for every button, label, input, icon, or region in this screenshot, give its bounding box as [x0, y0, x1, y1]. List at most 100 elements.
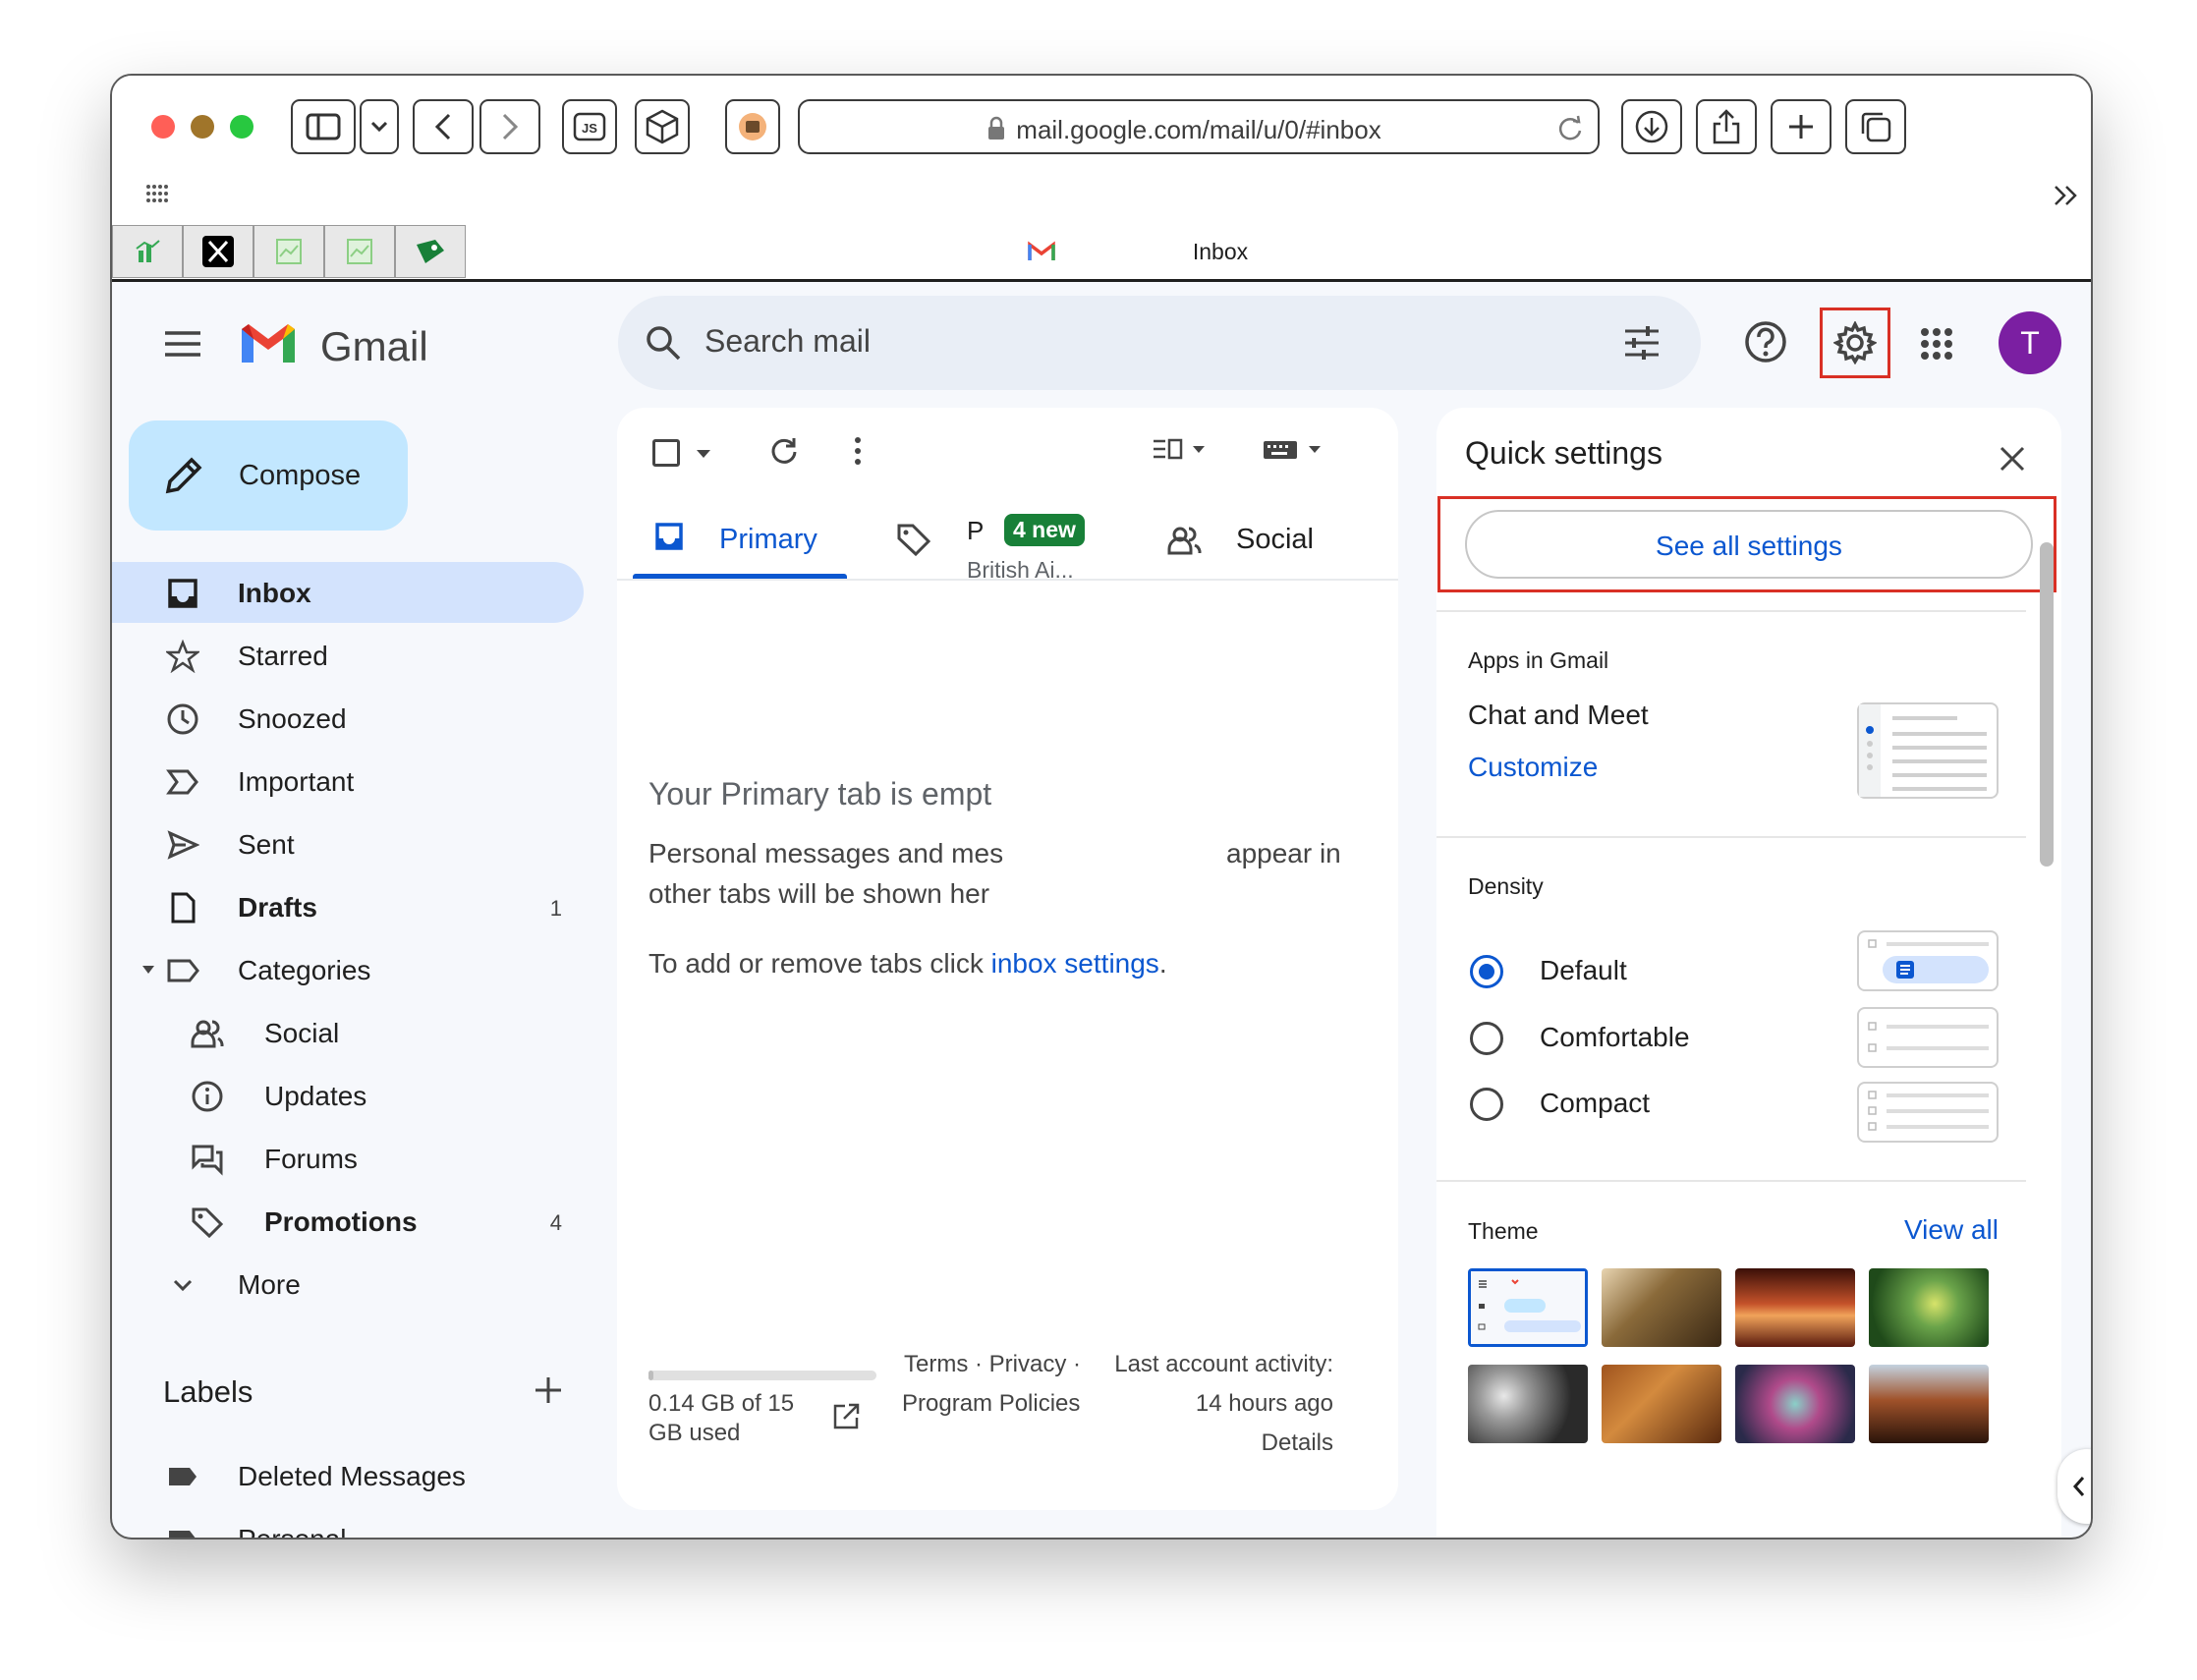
gmail-logo-icon[interactable]: [238, 319, 299, 366]
select-all-checkbox[interactable]: [652, 439, 680, 467]
bookmark-3[interactable]: [254, 225, 324, 278]
apps-value: Chat and Meet: [1468, 700, 1649, 730]
bookmark-5[interactable]: [395, 225, 466, 278]
share-button[interactable]: [1696, 99, 1757, 154]
quick-settings-scrollbar[interactable]: [2040, 542, 2054, 867]
maximize-window-button[interactable]: [230, 115, 254, 139]
customize-link[interactable]: Customize: [1468, 752, 1598, 783]
help-icon[interactable]: [1743, 319, 1788, 364]
caret-down-icon[interactable]: [141, 965, 155, 975]
theme-default[interactable]: [1468, 1268, 1588, 1347]
back-button[interactable]: [413, 99, 474, 154]
account-avatar[interactable]: T: [1999, 311, 2061, 374]
footer-policies-link[interactable]: Program Policies: [902, 1390, 1080, 1418]
theme-bubbles[interactable]: [1468, 1365, 1588, 1443]
footer-terms-link[interactable]: Terms · Privacy ·: [904, 1351, 1081, 1378]
tab-promotions[interactable]: P 4 new British Ai...: [873, 486, 1108, 583]
bookmark-2[interactable]: [183, 225, 254, 278]
sidebar-item-important[interactable]: Important: [112, 751, 584, 812]
box-extension-button[interactable]: [635, 99, 690, 154]
sidebar-item-categories[interactable]: Categories: [112, 939, 584, 1000]
density-default-label[interactable]: Default: [1540, 955, 1627, 986]
minimize-window-button[interactable]: [191, 115, 214, 139]
reload-icon[interactable]: [1556, 115, 1584, 142]
theme-autumn[interactable]: [1602, 1365, 1721, 1443]
theme-desert[interactable]: [1869, 1365, 1989, 1443]
sidebar-item-sent[interactable]: Sent: [112, 813, 584, 874]
downloads-button[interactable]: [1621, 99, 1682, 154]
search-options-icon[interactable]: [1622, 323, 1662, 363]
google-apps-icon[interactable]: [1920, 327, 1953, 361]
sidebar-item-more[interactable]: More: [112, 1254, 584, 1315]
sidebar-item-updates[interactable]: Updates: [112, 1065, 584, 1126]
tab-social[interactable]: Social: [1144, 486, 1360, 579]
plus-icon: [1789, 115, 1813, 139]
close-icon[interactable]: [1999, 445, 2026, 473]
tab-overview-button[interactable]: [1845, 99, 1906, 154]
storage-text-2: GB used: [648, 1420, 741, 1446]
open-in-new-icon[interactable]: [831, 1402, 861, 1431]
inbox-settings-link[interactable]: inbox settings: [991, 948, 1159, 979]
label-deleted-messages[interactable]: Deleted Messages: [112, 1445, 584, 1506]
extension-button[interactable]: [725, 99, 780, 154]
theme-lights[interactable]: [1735, 1365, 1855, 1443]
sidebar-item-drafts[interactable]: Drafts 1: [112, 876, 584, 937]
theme-chess[interactable]: [1602, 1268, 1721, 1347]
sidebar-item-inbox[interactable]: Inbox: [112, 562, 584, 623]
new-tab-button[interactable]: [1771, 99, 1831, 154]
search-bar[interactable]: Search mail: [618, 296, 1701, 390]
theme-view-all-link[interactable]: View all: [1904, 1214, 1999, 1246]
keyboard-icon[interactable]: [1262, 437, 1330, 463]
more-vert-icon[interactable]: [853, 435, 863, 467]
label-personal[interactable]: Personal: [112, 1508, 584, 1538]
forward-button[interactable]: [479, 99, 540, 154]
search-icon[interactable]: [644, 323, 683, 363]
sheet-icon: [347, 239, 372, 264]
density-compact-label[interactable]: Compact: [1540, 1088, 1650, 1119]
forum-icon: [192, 1145, 223, 1176]
split-pane-icon[interactable]: [1152, 437, 1207, 463]
side-panel-toggle-button[interactable]: [2057, 1449, 2091, 1524]
js-icon: JS: [573, 112, 606, 141]
refresh-icon[interactable]: [768, 435, 800, 467]
tab-primary[interactable]: Primary: [633, 486, 847, 579]
sidebar-item-forums[interactable]: Forums: [112, 1128, 584, 1189]
sidebar-item-snoozed[interactable]: Snoozed: [112, 688, 584, 749]
sidebar-item-social[interactable]: Social: [112, 1002, 584, 1063]
density-comfortable-radio[interactable]: [1470, 1022, 1503, 1055]
close-window-button[interactable]: [151, 115, 175, 139]
bookmark-chart-icon: [136, 240, 160, 262]
apps-preview: [1857, 702, 1999, 799]
search-input[interactable]: Search mail: [704, 323, 871, 360]
apps-grid-icon[interactable]: [145, 184, 171, 203]
sidebar-menu-button[interactable]: [360, 99, 399, 154]
section-divider: [1436, 836, 2026, 838]
tabs-icon: [1861, 112, 1891, 142]
browser-toolbar: JS mail.google.com/mail/u/0/#inbox Inbox: [112, 76, 2091, 282]
compose-button[interactable]: Compose: [129, 420, 408, 531]
density-compact-image: [1868, 1091, 1989, 1131]
settings-button[interactable]: [1820, 308, 1890, 378]
sidebar-item-starred[interactable]: Starred: [112, 625, 584, 686]
theme-canyon[interactable]: [1735, 1268, 1855, 1347]
sidebar-item-promotions[interactable]: Promotions 4: [112, 1191, 584, 1252]
send-icon: [167, 830, 199, 860]
js-extension-button[interactable]: JS: [562, 99, 617, 154]
see-all-settings-button[interactable]: See all settings: [1465, 510, 2033, 579]
chevron-double-right-icon[interactable]: [2052, 184, 2081, 207]
main-menu-icon[interactable]: [163, 329, 202, 359]
theme-leaf[interactable]: [1869, 1268, 1989, 1347]
density-comfortable-label[interactable]: Comfortable: [1540, 1022, 1690, 1053]
bookmark-4[interactable]: [324, 225, 395, 278]
select-menu-icon[interactable]: [696, 449, 711, 459]
add-label-icon[interactable]: [533, 1374, 564, 1406]
density-default-radio[interactable]: [1470, 955, 1503, 988]
activity-details-link[interactable]: Details: [1262, 1429, 1333, 1457]
sidebar-toggle-button[interactable]: [291, 99, 356, 154]
section-divider: [1436, 610, 2026, 612]
bookmark-1[interactable]: [112, 225, 183, 278]
density-compact-radio[interactable]: [1470, 1088, 1503, 1121]
storage-fill: [648, 1371, 653, 1380]
active-tab-title[interactable]: Inbox: [1026, 239, 1360, 265]
address-bar[interactable]: mail.google.com/mail/u/0/#inbox: [798, 99, 1600, 154]
